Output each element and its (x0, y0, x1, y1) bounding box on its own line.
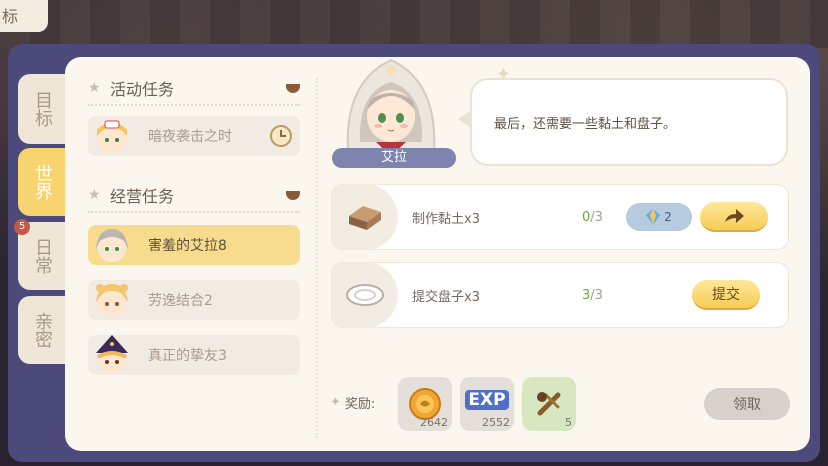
task-item[interactable]: 暗夜袭击之时 (88, 116, 300, 156)
task-avatar (90, 223, 134, 267)
gem-cost-value: 2 (664, 210, 672, 224)
section-business-tasks: ★ 经营任务 (88, 180, 300, 210)
dialogue-text: 最后，还需要一些黏土和盘子。 (494, 116, 677, 132)
claim-button[interactable]: 领取 (704, 388, 790, 420)
character-portrait (338, 52, 444, 156)
requirement-label: 制作黏土x3 (412, 211, 480, 227)
bowl-icon (286, 83, 300, 93)
clay-icon (332, 184, 398, 250)
background-decor (0, 0, 828, 48)
reward-exp[interactable]: EXP 2552 (460, 377, 514, 431)
reward-coin[interactable]: 2642 (398, 377, 452, 431)
star-icon: ★ (88, 80, 101, 96)
task-item[interactable]: 真正的挚友3 (88, 335, 300, 375)
requirement-progress: 0/3 (582, 209, 603, 225)
section-event-tasks: ★ 活动任务 (88, 73, 300, 103)
reward-count: 2552 (482, 416, 510, 429)
task-avatar (90, 278, 134, 322)
wood-sling-icon (537, 392, 561, 416)
rewards-label: ✦ 奖励: (330, 393, 375, 412)
reward-item[interactable]: 5 (522, 377, 576, 431)
task-item[interactable]: 劳逸结合2 (88, 280, 300, 320)
requirement-label: 提交盘子x3 (412, 289, 480, 305)
requirement-row: 提交盘子x3 3/3 提交 (331, 262, 789, 328)
task-avatar (90, 114, 134, 158)
task-label: 劳逸结合2 (148, 293, 213, 309)
daily-badge: 5 (14, 219, 30, 235)
section-title: 活动任务 (110, 80, 175, 99)
task-label: 真正的挚友3 (148, 348, 227, 364)
divider (88, 104, 300, 106)
character-name-tag: 艾拉 (332, 148, 456, 168)
star-icon: ★ (88, 187, 101, 203)
task-label: 害羞的艾拉8 (148, 238, 227, 254)
bowl-icon (286, 190, 300, 200)
requirement-row: 制作黏土x3 0/3 2 (331, 184, 789, 250)
reward-count: 2642 (420, 416, 448, 429)
exp-icon: EXP (465, 390, 509, 410)
corner-tab[interactable]: 标 (0, 0, 48, 32)
tab-goals[interactable]: 目标 (18, 74, 66, 144)
task-label: 暗夜袭击之时 (148, 129, 232, 145)
plate-icon (332, 262, 398, 328)
go-button[interactable] (700, 202, 768, 232)
sparkle-icon: ✦ (330, 395, 341, 410)
rewards-label-text: 奖励: (344, 397, 376, 412)
task-avatar (90, 333, 134, 377)
dialogue-bubble: 最后，还需要一些黏土和盘子。 (470, 78, 788, 166)
arrow-right-icon (725, 209, 744, 223)
gem-cost-button[interactable]: 2 (626, 203, 692, 231)
reward-count: 5 (565, 416, 572, 429)
panel-divider (316, 78, 318, 438)
task-item[interactable]: 害羞的艾拉8 (88, 225, 300, 265)
divider (88, 211, 300, 213)
gem-icon (646, 209, 661, 225)
timer-icon (270, 125, 292, 147)
tab-world[interactable]: 世界 (18, 148, 66, 216)
section-title: 经营任务 (110, 187, 175, 206)
tab-intimacy[interactable]: 亲密 (18, 296, 66, 364)
submit-button[interactable]: 提交 (692, 280, 760, 310)
requirement-progress: 3/3 (582, 287, 603, 303)
